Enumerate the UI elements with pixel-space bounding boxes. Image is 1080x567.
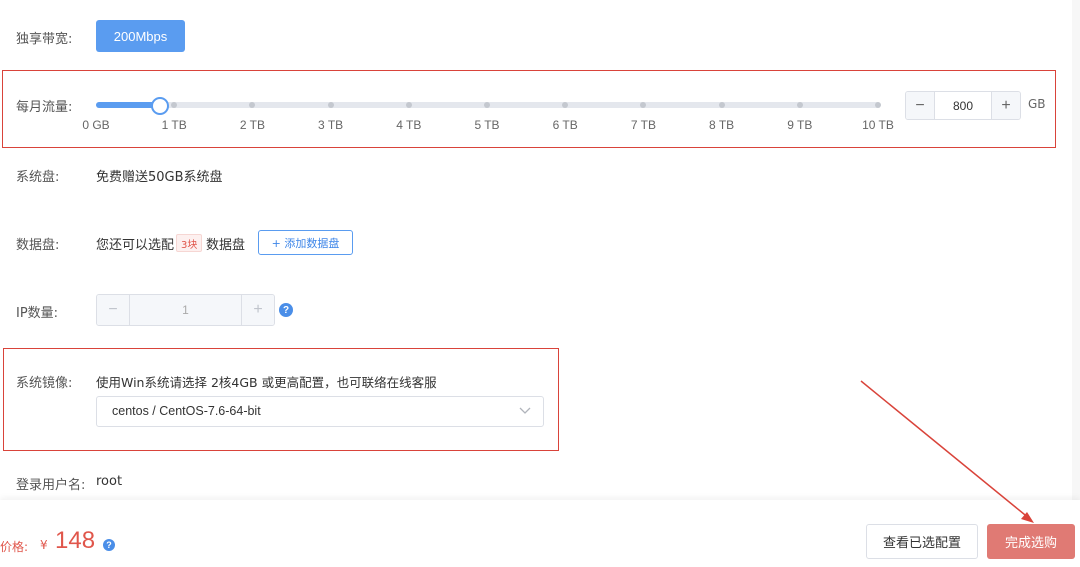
traffic-value-input[interactable]: 800	[934, 92, 992, 119]
ip-count-label: IP数量:	[16, 306, 59, 321]
data-disk-count-badge: 3块	[176, 234, 203, 252]
data-disk-prefix: 您还可以选配	[96, 238, 175, 253]
login-username-label: 登录用户名:	[16, 478, 86, 493]
traffic-stepper: − 800 +	[905, 91, 1021, 120]
ip-increase-button[interactable]: +	[242, 295, 274, 325]
traffic-tick-label: 9 TB	[787, 118, 813, 132]
system-image-label: 系统镜像:	[16, 376, 73, 391]
system-image-selected-value: centos / CentOS-7.6-64-bit	[112, 404, 261, 418]
traffic-slider-stop[interactable]	[796, 102, 803, 108]
ip-count-input[interactable]: 1	[129, 295, 242, 325]
traffic-slider-stop[interactable]	[875, 102, 881, 108]
login-username-value: root	[96, 474, 123, 489]
scrollbar-track[interactable]	[1072, 0, 1080, 500]
traffic-label: 每月流量:	[16, 100, 73, 115]
price-value: 148	[55, 527, 96, 554]
traffic-tick-label: 6 TB	[552, 118, 578, 132]
finish-purchase-button[interactable]: 完成选购	[987, 524, 1075, 559]
ip-decrease-button[interactable]: −	[97, 295, 129, 325]
ip-count-stepper: − 1 +	[96, 294, 275, 326]
traffic-slider-stop[interactable]	[484, 102, 490, 108]
traffic-slider-fill	[96, 102, 159, 108]
traffic-tick-label: 1 TB	[161, 118, 187, 132]
traffic-tick-label: 8 TB	[709, 118, 735, 132]
price-label: 价格:	[0, 540, 29, 554]
add-data-disk-button[interactable]: + 添加数据盘	[258, 230, 353, 255]
traffic-increase-button[interactable]: +	[992, 92, 1020, 119]
price-currency: ¥	[40, 538, 48, 552]
system-image-select[interactable]: centos / CentOS-7.6-64-bit	[96, 396, 544, 427]
traffic-tick-label: 5 TB	[474, 118, 500, 132]
system-disk-label: 系统盘:	[16, 170, 60, 185]
traffic-tick-label: 7 TB	[630, 118, 656, 132]
data-disk-suffix: 数据盘	[206, 238, 246, 253]
price-help-icon[interactable]: ?	[103, 539, 115, 551]
traffic-tick-label: 2 TB	[239, 118, 265, 132]
traffic-tick-label: 0 GB	[82, 118, 110, 132]
traffic-slider-handle[interactable]	[150, 97, 169, 115]
traffic-slider-stop[interactable]	[405, 102, 412, 108]
traffic-unit: GB	[1028, 97, 1046, 111]
system-image-hint: 使用Win系统请选择 2核4GB 或更高配置，也可联络在线客服	[96, 375, 437, 390]
bandwidth-option-button[interactable]: 200Mbps	[96, 20, 185, 52]
traffic-slider-stop[interactable]	[718, 102, 725, 108]
traffic-slider-stop[interactable]	[327, 102, 334, 108]
traffic-tick-label: 3 TB	[318, 118, 344, 132]
traffic-decrease-button[interactable]: −	[906, 92, 934, 119]
data-disk-label: 数据盘:	[16, 238, 60, 253]
view-selected-config-button[interactable]: 查看已选配置	[866, 524, 978, 559]
system-disk-text: 免费赠送50GB系统盘	[96, 170, 223, 185]
ip-help-icon[interactable]: ?	[279, 303, 293, 317]
traffic-tick-label: 10 TB	[862, 118, 894, 132]
bandwidth-label: 独享带宽:	[16, 32, 73, 47]
traffic-tick-label: 4 TB	[396, 118, 422, 132]
chevron-down-icon	[519, 407, 531, 414]
